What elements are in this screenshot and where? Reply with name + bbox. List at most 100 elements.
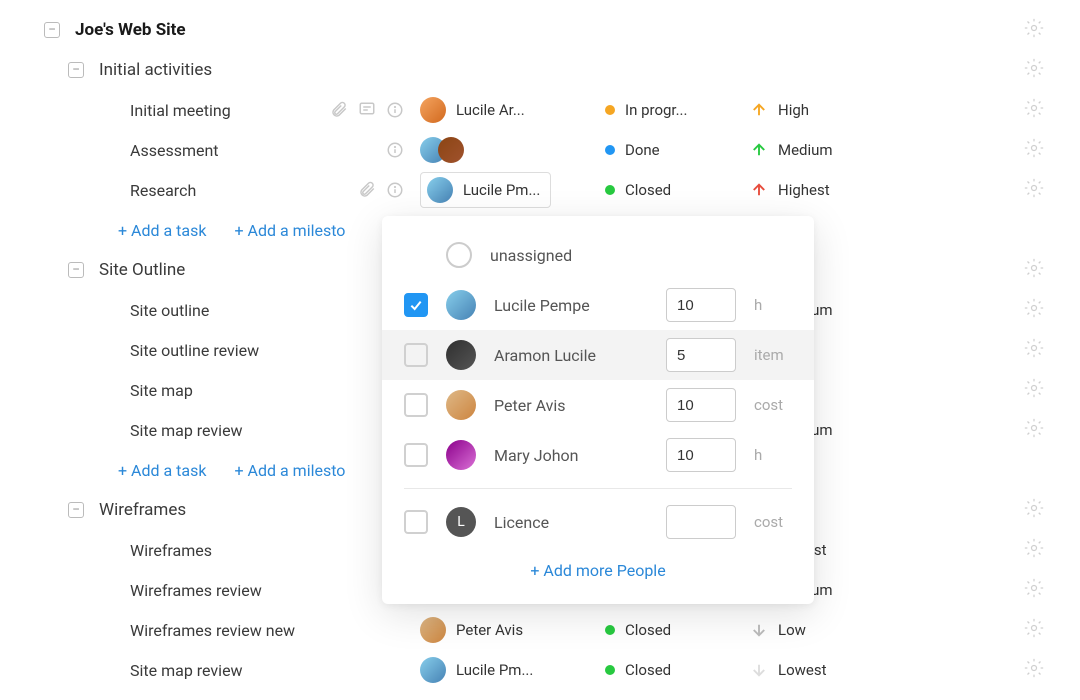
effort-unit: item (754, 346, 792, 364)
person-option[interactable]: Lucile Pempe h (382, 280, 814, 330)
effort-input[interactable] (666, 338, 736, 372)
priority-cell[interactable]: Medium (750, 141, 880, 159)
status-cell[interactable]: In progr... (605, 101, 750, 119)
status-cell[interactable]: Closed (605, 621, 750, 639)
priority-cell[interactable]: Highest (750, 181, 880, 199)
assignee-cell[interactable]: Lucile Pm... (420, 172, 605, 208)
attachment-icon[interactable] (358, 181, 376, 199)
add-milestone-link[interactable]: Add a milesto (234, 461, 345, 480)
group-title: Initial activities (99, 60, 212, 80)
group-title: Wireframes (99, 500, 186, 520)
status-cell[interactable]: Closed (605, 661, 750, 679)
assignee-cell[interactable]: Lucile Ar... (420, 97, 605, 123)
task-row[interactable]: Wireframes review new Peter Avis Closed … (0, 610, 1080, 650)
status-text: Closed (625, 661, 671, 679)
task-name: Site map review (130, 421, 243, 440)
person-option[interactable]: Mary Johon h (382, 430, 814, 480)
arrow-up-icon (750, 141, 768, 159)
task-row[interactable]: Assessment Done Medium (0, 130, 1080, 170)
avatar (446, 290, 476, 320)
licence-avatar: L (446, 507, 476, 537)
assignee-cell[interactable]: Lucile Pm... (420, 657, 605, 683)
avatar (446, 340, 476, 370)
checkbox[interactable] (404, 510, 428, 534)
status-cell[interactable]: Done (605, 141, 750, 159)
status-text: Closed (625, 181, 671, 199)
priority-cell[interactable]: High (750, 101, 880, 119)
person-option[interactable]: Aramon Lucile item (382, 330, 814, 380)
avatar (446, 440, 476, 470)
gear-icon[interactable] (1024, 378, 1080, 402)
add-more-people-link[interactable]: Add more People (382, 561, 814, 580)
effort-input[interactable] (666, 505, 736, 539)
effort-unit: cost (754, 396, 792, 414)
collapse-toggle[interactable] (68, 62, 84, 78)
info-icon[interactable] (386, 101, 404, 119)
effort-input[interactable] (666, 438, 736, 472)
task-row[interactable]: Site map review Lucile Pm... Closed Lowe… (0, 650, 1080, 690)
gear-icon[interactable] (1024, 18, 1080, 42)
task-name: Wireframes review new (130, 621, 295, 640)
gear-icon[interactable] (1024, 298, 1080, 322)
avatar (446, 390, 476, 420)
assignee-name: Lucile Pm... (456, 661, 533, 679)
assignee-cell[interactable] (420, 137, 605, 163)
status-cell[interactable]: Closed (605, 181, 750, 199)
info-icon[interactable] (386, 181, 404, 199)
gear-icon[interactable] (1024, 258, 1080, 282)
task-name: Wireframes review (130, 581, 262, 600)
gear-icon[interactable] (1024, 658, 1080, 682)
task-name: Assessment (130, 141, 219, 160)
person-name: Lucile Pempe (494, 296, 648, 315)
priority-text: Highest (778, 181, 830, 199)
status-text: Closed (625, 621, 671, 639)
assignee-cell[interactable]: Peter Avis (420, 617, 605, 643)
licence-option[interactable]: L Licence cost (382, 497, 814, 547)
priority-cell[interactable]: Lowest (750, 661, 880, 679)
gear-icon[interactable] (1024, 618, 1080, 642)
gear-icon[interactable] (1024, 418, 1080, 442)
person-name: Aramon Lucile (494, 346, 648, 365)
task-row[interactable]: Research Lucile Pm... Closed Highest (0, 170, 1080, 210)
comment-icon[interactable] (358, 101, 376, 119)
task-name: Site map review (130, 661, 243, 680)
person-option[interactable]: Peter Avis cost (382, 380, 814, 430)
status-dot (605, 145, 615, 155)
gear-icon[interactable] (1024, 498, 1080, 522)
group-title: Site Outline (99, 260, 185, 280)
add-task-link[interactable]: Add a task (118, 461, 206, 480)
effort-input[interactable] (666, 288, 736, 322)
effort-input[interactable] (666, 388, 736, 422)
task-name: Site outline (130, 301, 209, 320)
attachment-icon[interactable] (330, 101, 348, 119)
empty-avatar-icon (446, 242, 472, 268)
info-icon[interactable] (386, 141, 404, 159)
add-task-link[interactable]: Add a task (118, 221, 206, 240)
gear-icon[interactable] (1024, 98, 1080, 122)
task-row[interactable]: Initial meeting Lucile Ar... In progr...… (0, 90, 1080, 130)
task-name: Initial meeting (130, 101, 231, 120)
checkbox[interactable] (404, 293, 428, 317)
priority-text: High (778, 101, 809, 119)
arrow-up-icon (750, 101, 768, 119)
unassigned-option[interactable]: unassigned (382, 230, 814, 280)
gear-icon[interactable] (1024, 338, 1080, 362)
status-text: Done (625, 141, 660, 159)
gear-icon[interactable] (1024, 578, 1080, 602)
gear-icon[interactable] (1024, 538, 1080, 562)
checkbox[interactable] (404, 393, 428, 417)
collapse-toggle[interactable] (68, 262, 84, 278)
avatar (420, 657, 446, 683)
checkbox[interactable] (404, 343, 428, 367)
task-name: Research (130, 181, 196, 200)
collapse-toggle[interactable] (68, 502, 84, 518)
status-dot (605, 185, 615, 195)
gear-icon[interactable] (1024, 58, 1080, 82)
checkbox[interactable] (404, 443, 428, 467)
add-milestone-link[interactable]: Add a milesto (234, 221, 345, 240)
gear-icon[interactable] (1024, 178, 1080, 202)
gear-icon[interactable] (1024, 138, 1080, 162)
priority-cell[interactable]: Low (750, 621, 880, 639)
collapse-toggle[interactable] (44, 22, 60, 38)
avatar (438, 137, 464, 163)
